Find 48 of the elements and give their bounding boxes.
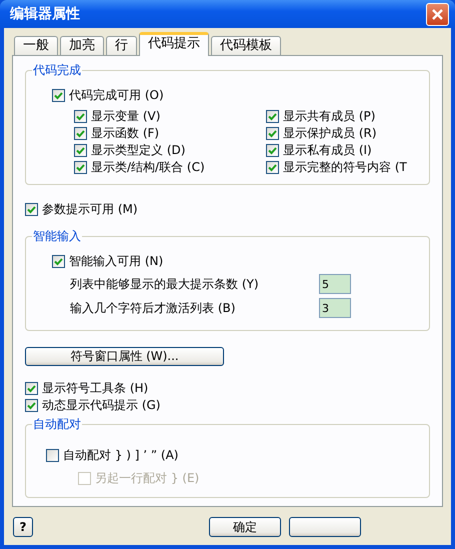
tab[interactable]: 一般 (14, 36, 58, 55)
checkbox-label: 显示保护成员 (R) (283, 125, 377, 142)
close-icon (431, 8, 444, 20)
checkbox[interactable] (74, 110, 87, 123)
checkbox-label: 代码完成可用 (O) (69, 87, 164, 104)
help-button[interactable]: ? (13, 517, 33, 537)
checkbox-label: 动态显示代码提示 (G) (42, 397, 160, 414)
tab[interactable]: 行 (106, 36, 137, 55)
checkbox[interactable] (74, 161, 87, 174)
checkbox-label: 显示共有成员 (P) (283, 108, 376, 125)
checkbox-label: 显示符号工具条 (H) (42, 380, 148, 397)
checkbox-label: 智能输入可用 (N) (69, 253, 164, 270)
checkbox[interactable] (25, 399, 38, 412)
close-button[interactable] (426, 2, 449, 26)
tab[interactable]: 代码提示 (139, 32, 209, 56)
checkbox-label: 显示函数 (F) (91, 125, 160, 142)
checkbox[interactable] (74, 144, 87, 157)
tab[interactable]: 代码模板 (211, 36, 281, 55)
field-label: 输入几个字符后才激活列表 (B) (70, 300, 236, 316)
checkbox[interactable] (25, 382, 38, 395)
checkbox-label: 显示完整的符号内容 (T (283, 159, 407, 176)
checkbox[interactable] (52, 89, 65, 102)
checkbox[interactable] (266, 144, 279, 157)
checkbox-label: 显示私有成员 (I) (283, 142, 372, 159)
checkbox[interactable] (46, 449, 59, 462)
checkbox[interactable] (266, 110, 279, 123)
field-label: 列表中能够显示的最大提示条数 (Y) (70, 276, 259, 292)
checkbox[interactable] (266, 127, 279, 140)
checkbox-label: 显示类型定义 (D) (91, 142, 186, 159)
group-title: 智能输入 (32, 228, 82, 245)
checkbox[interactable] (52, 255, 65, 268)
ok-button[interactable]: 确定 (209, 517, 281, 537)
input-field[interactable]: 5 (319, 274, 351, 294)
checkbox-label: 自动配对 } ) ] ’ ” (A) (63, 447, 178, 464)
checkbox-label: 显示变量 (V) (91, 108, 160, 125)
window-title: 编辑器属性 (10, 5, 80, 23)
input-field[interactable]: 3 (319, 298, 351, 318)
symbol-window-button[interactable]: 符号窗口属性 (W)... (25, 347, 224, 366)
tab[interactable]: 加亮 (60, 36, 104, 55)
checkbox-label: 显示类/结构/联合 (C) (91, 159, 205, 176)
dialog-button[interactable] (289, 517, 361, 537)
checkbox-label: 另起一行配对 } (E) (95, 470, 200, 487)
checkbox[interactable] (266, 161, 279, 174)
group-title: 代码完成 (32, 62, 82, 79)
checkbox-label: 参数提示可用 (M) (42, 201, 138, 218)
checkbox[interactable] (25, 203, 38, 216)
group-title: 自动配对 (32, 416, 82, 433)
checkbox[interactable] (74, 127, 87, 140)
